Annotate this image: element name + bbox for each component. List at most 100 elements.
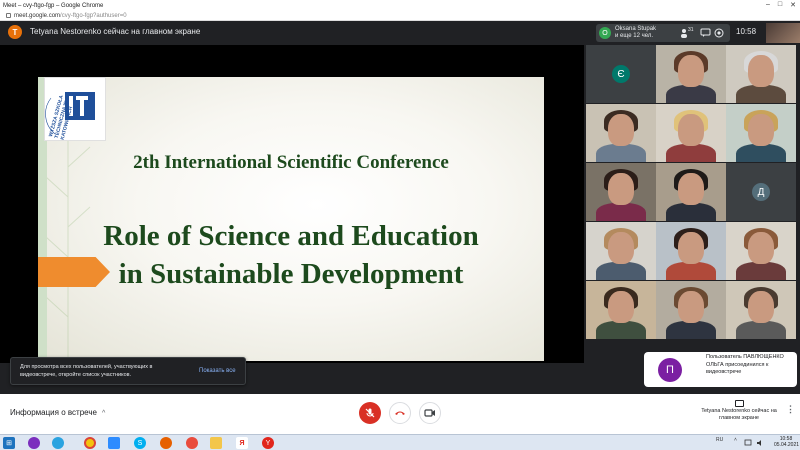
yandex-browser-icon[interactable]: Y — [262, 437, 274, 449]
participant-tile[interactable]: Д — [726, 163, 796, 221]
system-date: 05.04.2021 — [774, 442, 800, 448]
presentation-slide: WYŻSZA SZKOŁA TECHNICZNA W KATOWICACH 2t… — [38, 77, 544, 361]
browser-title: Meet – cvy-ftgo-fgp – Google Chrome — [3, 2, 104, 9]
participant-body — [736, 85, 786, 103]
more-options-icon[interactable]: ⋮ — [786, 404, 795, 415]
camera-toggle-button[interactable] — [419, 402, 441, 424]
network-icon[interactable] — [744, 439, 752, 447]
participant-tile[interactable] — [586, 222, 656, 280]
participant-initial: Є — [612, 65, 630, 83]
participant-tile[interactable] — [656, 104, 726, 162]
window-controls: – □ ✕ — [766, 1, 796, 9]
participant-face — [678, 55, 704, 87]
viber-icon[interactable] — [28, 437, 40, 449]
joined-user-avatar: П — [658, 358, 682, 382]
slide-title-line-2: in Sustainable Development — [118, 258, 464, 290]
present-status-label: Tetyana Nestorenko сейчас на главном экр… — [701, 408, 777, 421]
opera-icon[interactable] — [186, 437, 198, 449]
url-host: meet.google.com — [14, 12, 61, 19]
meeting-info-label: Информация о встрече — [10, 408, 97, 417]
mute-microphone-button[interactable] — [359, 402, 381, 424]
participant-body — [596, 203, 646, 221]
presenter-avatar: T — [8, 25, 22, 39]
participant-face — [748, 55, 774, 87]
maximize-button[interactable]: □ — [778, 1, 782, 9]
start-button-icon[interactable]: ⊞ — [3, 437, 15, 449]
url-path: /cvy-ftgo-fgp?authuser=0 — [60, 12, 127, 19]
participant-tile[interactable] — [656, 45, 726, 103]
hang-up-icon — [395, 411, 405, 415]
participant-tile[interactable] — [726, 45, 796, 103]
zoom-icon[interactable] — [108, 437, 120, 449]
participant-face — [608, 114, 634, 146]
participant-body — [736, 321, 786, 339]
present-screen-icon — [734, 400, 744, 407]
camera-icon — [424, 409, 435, 417]
participant-body — [736, 262, 786, 280]
participant-tile[interactable] — [586, 104, 656, 162]
minimize-button[interactable]: – — [766, 1, 770, 9]
participant-tile[interactable] — [656, 281, 726, 339]
meeting-info-button[interactable]: Информация о встрече ^ — [10, 408, 105, 417]
chat-icon[interactable] — [700, 28, 711, 38]
university-logo: WYŻSZA SZKOŁA TECHNICZNA W KATOWICACH — [44, 77, 106, 141]
participant-body — [596, 144, 646, 162]
orange-arrow-shape — [38, 257, 110, 287]
slide-title-line-1: Role of Science and Education — [103, 220, 479, 252]
participant-avatar: O — [599, 27, 611, 39]
participant-face — [608, 291, 634, 323]
lock-icon — [6, 13, 11, 18]
participant-body — [666, 144, 716, 162]
volume-icon[interactable] — [756, 439, 764, 447]
participant-tile[interactable] — [586, 163, 656, 221]
presentation-status-button[interactable]: Tetyana Nestorenko сейчас на главном экр… — [694, 400, 784, 422]
participants-chip[interactable]: O Oksana Stupak и еще 12 чел. 31 — [596, 24, 730, 42]
pinned-name: Oksana Stupak — [615, 26, 657, 32]
presenter-status: Tetyana Nestorenko сейчас на главном экр… — [30, 27, 201, 36]
participant-tile[interactable] — [656, 163, 726, 221]
system-clock[interactable]: 10:58 05.04.2021 — [774, 436, 800, 448]
participant-face — [678, 232, 704, 264]
participant-tile[interactable] — [726, 104, 796, 162]
participant-tile[interactable] — [656, 222, 726, 280]
conference-title: 2th International Scientific Conference — [133, 152, 449, 173]
chrome-icon[interactable] — [84, 437, 96, 449]
tray-arrow-icon[interactable]: ˄ — [734, 437, 737, 443]
participant-face — [608, 232, 634, 264]
activities-icon[interactable] — [714, 28, 725, 38]
show-all-button[interactable]: Показать все — [199, 368, 236, 374]
yandex-icon[interactable]: Я — [236, 437, 248, 449]
participant-body — [596, 262, 646, 280]
close-window-button[interactable]: ✕ — [790, 1, 796, 9]
presentation-area: WYŻSZA SZKOŁA TECHNICZNA W KATOWICACH 2t… — [0, 45, 584, 363]
participant-body — [666, 85, 716, 103]
pinned-more: и еще 12 чел. — [615, 33, 654, 39]
participant-body — [736, 144, 786, 162]
self-view-thumbnail[interactable] — [766, 23, 800, 43]
telegram-icon[interactable] — [52, 437, 64, 449]
language-indicator[interactable]: RU — [716, 437, 723, 443]
participant-face — [748, 232, 774, 264]
participant-body — [666, 203, 716, 221]
participant-tile[interactable] — [586, 281, 656, 339]
participants-toast: Для просмотра всех пользователей, участв… — [10, 357, 246, 385]
participant-grid: ЄД — [584, 45, 800, 339]
participant-tile[interactable] — [726, 222, 796, 280]
slide-main-title: Role of Science and Education in Sustain… — [38, 217, 544, 293]
file-explorer-icon[interactable] — [210, 437, 222, 449]
toast-message: Для просмотра всех пользователей, участв… — [20, 364, 153, 378]
firefox-icon[interactable] — [160, 437, 172, 449]
participant-face — [608, 173, 634, 205]
windows-taskbar: ⊞ S Я Y RU ˄ 10:58 05.04.2021 — [0, 434, 800, 450]
participant-body — [666, 321, 716, 339]
participant-tile[interactable] — [726, 281, 796, 339]
participant-face — [748, 291, 774, 323]
skype-icon[interactable]: S — [134, 437, 146, 449]
leave-call-button[interactable] — [389, 402, 411, 424]
participant-tile[interactable]: Є — [586, 45, 656, 103]
join-notification: П Пользователь ПАВЛЮЩЕНКО ОЛЬГА присоеди… — [644, 352, 797, 387]
address-bar[interactable]: meet.google.com/cvy-ftgo-fgp?authuser=0 — [0, 11, 800, 21]
mic-off-icon — [365, 408, 375, 418]
participant-count: 31 — [688, 27, 694, 33]
screen: Meet – cvy-ftgo-fgp – Google Chrome – □ … — [0, 0, 800, 450]
